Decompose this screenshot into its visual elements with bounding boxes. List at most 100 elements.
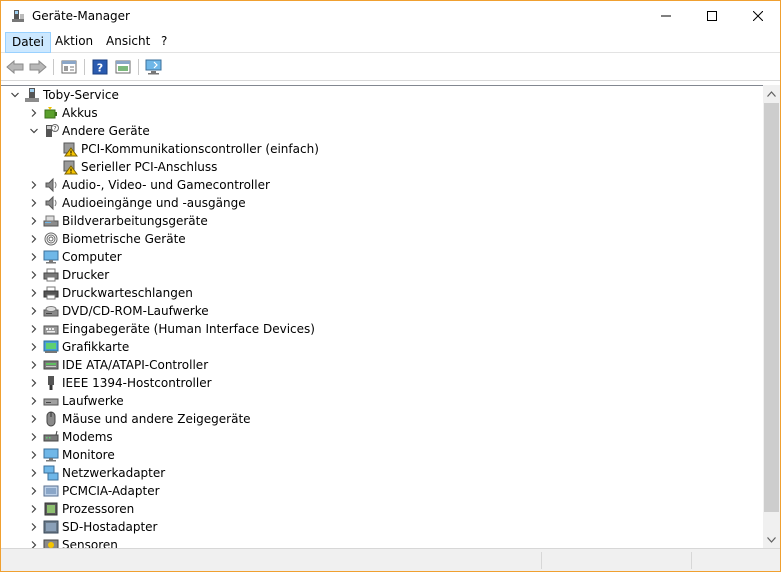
tree-category-item[interactable]: Prozessoren — [26, 500, 134, 518]
tree-category-item[interactable]: PCMCIA-Adapter — [26, 482, 160, 500]
expand-chevron-icon[interactable] — [26, 446, 42, 464]
expand-chevron-icon[interactable] — [26, 230, 42, 248]
display-adapter-icon — [43, 339, 59, 355]
tree-category-item[interactable]: Akkus — [26, 104, 98, 122]
scroll-up-icon — [767, 90, 776, 97]
tree-category-item[interactable]: IEEE 1394-Hostcontroller — [26, 374, 212, 392]
expand-chevron-icon[interactable] — [26, 518, 42, 536]
modem-icon — [43, 429, 59, 445]
tree-item-label: Akkus — [62, 106, 98, 120]
expand-chevron-icon[interactable] — [26, 356, 42, 374]
monitor-icon — [43, 447, 59, 463]
expand-chevron-icon[interactable] — [26, 284, 42, 302]
maximize-button[interactable] — [689, 1, 735, 31]
tree-category-item[interactable]: Laufwerke — [26, 392, 124, 410]
maximize-icon — [707, 11, 717, 21]
expand-chevron-icon[interactable] — [26, 500, 42, 518]
expand-chevron-icon[interactable] — [26, 212, 42, 230]
tree-category-item[interactable]: Modems — [26, 428, 113, 446]
status-bar — [1, 548, 780, 571]
expand-chevron-icon[interactable] — [26, 176, 42, 194]
tree-item-label: SD-Hostadapter — [62, 520, 158, 534]
expand-chevron-icon[interactable] — [26, 194, 42, 212]
tree-category-item[interactable]: Audio-, Video- und Gamecontroller — [26, 176, 270, 194]
menu-help[interactable]: ? — [155, 32, 173, 53]
pcmcia-icon — [43, 483, 59, 499]
tree-category-item[interactable]: Drucker — [26, 266, 109, 284]
expand-chevron-icon[interactable] — [26, 302, 42, 320]
print-queue-icon — [43, 285, 59, 301]
tree-category-item[interactable]: SD-Hostadapter — [26, 518, 157, 536]
scrollbar-thumb[interactable] — [764, 103, 779, 512]
expand-chevron-icon[interactable] — [26, 464, 42, 482]
menu-ansicht[interactable]: Ansicht — [100, 32, 156, 53]
battery-icon — [43, 105, 59, 121]
tree-category-item[interactable]: Audioeingänge und -ausgänge — [26, 194, 246, 212]
sensor-icon — [43, 537, 59, 548]
expand-chevron-icon[interactable] — [26, 266, 42, 284]
expand-chevron-icon[interactable] — [26, 482, 42, 500]
tree-item-label: Biometrische Geräte — [62, 232, 186, 246]
tree-category-item[interactable]: Sensoren — [26, 536, 118, 548]
tree-category-item[interactable]: Monitore — [26, 446, 115, 464]
expand-chevron-icon[interactable] — [26, 374, 42, 392]
toolbar-separator — [84, 59, 85, 75]
view-button[interactable] — [113, 58, 133, 76]
expand-chevron-icon[interactable] — [26, 248, 42, 266]
help-button[interactable]: ? — [90, 58, 110, 76]
back-button[interactable] — [5, 58, 25, 76]
expand-chevron-icon[interactable] — [26, 104, 42, 122]
expand-chevron-icon[interactable] — [26, 536, 42, 548]
menu-datei[interactable]: Datei — [5, 32, 52, 53]
collapse-chevron-icon[interactable] — [7, 86, 23, 104]
scan-hardware-button[interactable] — [144, 58, 164, 76]
tree-category-item[interactable]: DVD/CD-ROM-Laufwerke — [26, 302, 209, 320]
tree-item-label: Prozessoren — [62, 502, 135, 516]
scroll-down-icon — [767, 536, 776, 543]
expand-chevron-icon[interactable] — [26, 428, 42, 446]
network-adapter-icon — [43, 465, 59, 481]
tree-root-label: Toby-Service — [43, 88, 119, 102]
monitor-scan-icon — [145, 59, 162, 75]
tree-item-label: Audio-, Video- und Gamecontroller — [62, 178, 270, 192]
mouse-icon — [43, 411, 59, 427]
forward-button[interactable] — [28, 58, 48, 76]
tree-category-item[interactable]: Grafikkarte — [26, 338, 129, 356]
tree-category-item[interactable]: Druckwarteschlangen — [26, 284, 193, 302]
title-bar[interactable]: Geräte-Manager — [1, 1, 780, 31]
menu-aktion[interactable]: Aktion — [49, 32, 99, 53]
expand-chevron-icon[interactable] — [26, 338, 42, 356]
tree-child-item[interactable]: Serieller PCI-Anschluss — [45, 158, 217, 176]
status-cell — [691, 552, 780, 569]
tree-category-item[interactable]: Eingabegeräte (Human Interface Devices) — [26, 320, 315, 338]
tree-item-label: Andere Geräte — [62, 124, 150, 138]
tree-category-item[interactable]: Netzwerkadapter — [26, 464, 165, 482]
properties-button[interactable] — [59, 58, 79, 76]
tree-category-item[interactable]: Mäuse und andere Zeigegeräte — [26, 410, 251, 428]
minimize-icon — [661, 15, 671, 17]
window-title: Geräte-Manager — [32, 9, 130, 23]
tree-category-item[interactable]: Biometrische Geräte — [26, 230, 186, 248]
close-button[interactable] — [735, 1, 781, 31]
tree-category-item[interactable]: IDE ATA/ATAPI-Controller — [26, 356, 208, 374]
collapse-chevron-icon[interactable] — [26, 122, 42, 140]
tree-child-item[interactable]: PCI-Kommunikationscontroller (einfach) — [45, 140, 319, 158]
tree-item-label: PCI-Kommunikationscontroller (einfach) — [81, 142, 319, 156]
vertical-scrollbar[interactable] — [763, 85, 780, 548]
expand-chevron-icon[interactable] — [26, 392, 42, 410]
toolbar-separator — [138, 59, 139, 75]
tree-category-item[interactable]: Computer — [26, 248, 122, 266]
minimize-button[interactable] — [643, 1, 689, 31]
tree-item-label: Eingabegeräte (Human Interface Devices) — [62, 322, 315, 336]
tree-category-item[interactable]: Bildverarbeitungsgeräte — [26, 212, 208, 230]
tree-root[interactable]: Toby-Service — [7, 86, 119, 104]
scroll-down-button[interactable] — [763, 531, 780, 548]
tree-item-label: Druckwarteschlangen — [62, 286, 193, 300]
tree-category-item[interactable]: ? Andere Geräte — [26, 122, 150, 140]
tree-item-label: DVD/CD-ROM-Laufwerke — [62, 304, 209, 318]
expand-chevron-icon[interactable] — [26, 410, 42, 428]
scroll-up-button[interactable] — [763, 85, 780, 102]
expand-chevron-icon[interactable] — [26, 320, 42, 338]
device-tree[interactable]: Toby-Service Akkus ? Andere Geräte PCI-Komm… — [1, 85, 763, 548]
